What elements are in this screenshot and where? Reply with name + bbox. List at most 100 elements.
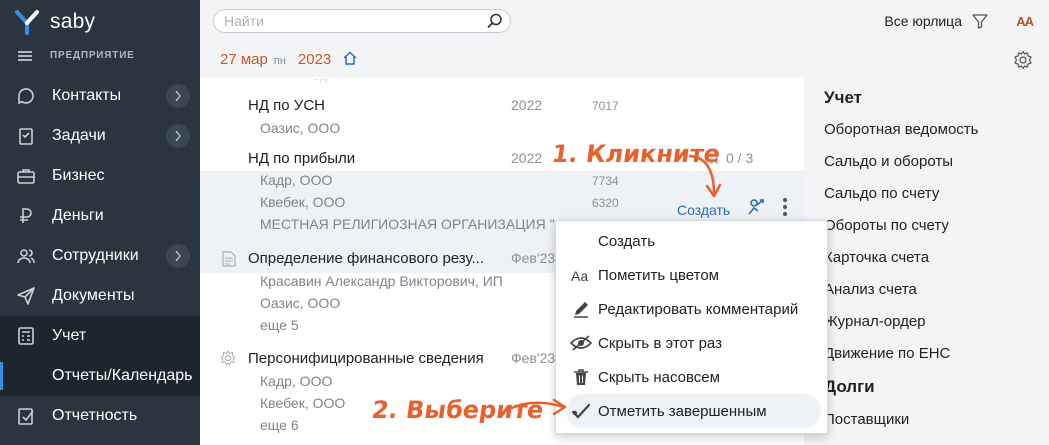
sidebar-item-accounting[interactable]: Учет	[0, 316, 200, 356]
sidebar-item-label: Деньги	[52, 207, 104, 224]
report-link[interactable]: Журнал-ордер	[824, 313, 926, 330]
sidebar-item-label: Задачи	[52, 127, 106, 144]
sidebar-item-label: Учет	[52, 327, 87, 344]
briefcase-icon	[16, 166, 36, 186]
list-item-year: Фев'23	[511, 250, 556, 266]
trash-icon	[570, 366, 592, 388]
menu-item-hide-once[interactable]: Скрыть в этот раз	[556, 326, 827, 360]
filter-icon[interactable]	[971, 12, 989, 30]
brand-name: saby	[50, 10, 96, 33]
chevron-right-icon[interactable]	[166, 124, 190, 148]
date-day[interactable]: 27 мар	[220, 51, 268, 68]
sidebar-item-label: Контакты	[52, 87, 122, 104]
date-selector[interactable]: 27 мар пн 2023	[220, 50, 357, 68]
gear-icon[interactable]	[1013, 50, 1033, 70]
scroll-fade	[200, 77, 804, 87]
contacts-icon	[16, 86, 36, 106]
report-link[interactable]: Обороты по счету	[824, 217, 949, 234]
right-panel: Учет Оборотная ведомость Сальдо и оборот…	[804, 77, 1049, 445]
report-link[interactable]: Сальдо и обороты	[824, 153, 953, 170]
list-item-more[interactable]: еще 5	[260, 317, 299, 333]
report-link[interactable]: Движение по ЕНС	[824, 345, 950, 362]
checkmark-icon	[570, 400, 592, 422]
sidebar-item-label: Отчеты/Календарь	[52, 367, 193, 384]
brand[interactable]: saby	[14, 8, 95, 36]
more-vertical-icon[interactable]	[782, 196, 788, 218]
menu-item-mark-color[interactable]: Aa Пометить цветом	[556, 258, 827, 292]
list-item-code: 6320	[592, 196, 619, 210]
menu-item-label: Редактировать комментарий	[598, 300, 799, 318]
eye-off-icon	[570, 332, 592, 354]
sidebar: saby ПРЕДПРИЯТИЕ Контакты Задачи Бизнес	[0, 0, 200, 445]
date-year[interactable]: 2023	[298, 51, 331, 68]
list-item-title[interactable]: НД по УСН	[248, 97, 325, 114]
search-input[interactable]	[224, 13, 474, 29]
accounting-icon	[16, 326, 36, 346]
menu-item-label: Скрыть насовсем	[598, 368, 720, 386]
sidebar-item-money[interactable]: Деньги	[0, 196, 200, 236]
annotation-arrow-1	[688, 154, 722, 198]
saby-logo-icon	[15, 10, 39, 35]
list-item-title[interactable]: Персонифицированные сведения	[248, 350, 484, 367]
report-link[interactable]: Оборотная ведомость	[824, 121, 979, 138]
reporting-icon	[16, 406, 36, 426]
sidebar-item-reporting[interactable]: Отчетность	[0, 396, 200, 436]
list-item-year: 2022	[511, 97, 543, 113]
sidebar-item-documents[interactable]: Документы	[0, 276, 200, 316]
section-title: Долги	[824, 377, 875, 396]
search-box[interactable]	[213, 9, 511, 33]
persons-data-icon	[220, 350, 236, 366]
list-item-year: 2022	[511, 150, 543, 166]
list-item-company: Оазис, ООО	[260, 120, 341, 136]
create-link[interactable]: Создать	[677, 202, 730, 218]
money-icon	[16, 206, 36, 226]
chevron-right-icon[interactable]	[166, 84, 190, 108]
list-item-company: Кадр, ООО	[260, 172, 333, 188]
menu-item-label: Создать	[598, 232, 656, 250]
list-item-more[interactable]: еще 6	[260, 417, 299, 433]
list-item-company: Красавин Александр Викторович, ИП	[260, 273, 503, 289]
list-item-company: Кадр, ООО	[260, 373, 333, 389]
tasks-icon	[16, 126, 36, 146]
sidebar-subitem-reports-calendar[interactable]: Отчеты/Календарь	[0, 356, 200, 396]
font-size-toggle[interactable]: AA	[1016, 14, 1034, 29]
document-icon	[222, 251, 236, 267]
home-icon[interactable]	[343, 51, 357, 65]
sidebar-item-employees[interactable]: Сотрудники	[0, 236, 200, 276]
report-link[interactable]: Анализ счета	[824, 281, 917, 298]
sidebar-item-business[interactable]: Бизнес	[0, 156, 200, 196]
annotation-arrow-2	[510, 398, 567, 416]
list-item-title[interactable]: Определение финансового резу...	[248, 250, 484, 267]
list-item-company: Оазис, ООО	[260, 295, 341, 311]
employees-icon	[16, 246, 36, 266]
sidebar-item-label: Документы	[52, 287, 135, 304]
date-weekday: пн	[273, 55, 286, 67]
sidebar-item-tasks[interactable]: Задачи	[0, 116, 200, 156]
menu-item-edit-comment[interactable]: Редактировать комментарий	[556, 292, 827, 326]
report-link[interactable]: Сальдо по счету	[824, 185, 939, 202]
documents-icon	[16, 286, 36, 306]
list-item-company: Квебек, ООО	[260, 194, 346, 210]
menu-item-mark-completed[interactable]: Отметить завершенным	[566, 394, 821, 428]
report-link[interactable]: Карточка счета	[824, 249, 929, 266]
menu-item-create[interactable]: Создать	[556, 224, 827, 258]
menu-icon[interactable]	[18, 50, 32, 61]
header: Все юрлица AA 27 мар пн 2023	[200, 0, 1049, 80]
list-item-company: Квебек, ООО	[260, 395, 346, 411]
org-switcher[interactable]: ПРЕДПРИЯТИЕ	[18, 50, 135, 61]
menu-item-hide-forever[interactable]: Скрыть насовсем	[556, 360, 827, 394]
assign-user-icon[interactable]	[746, 197, 766, 217]
list-item-company: МЕСТНАЯ РЕЛИГИОЗНАЯ ОРГАНИЗАЦИЯ "...	[260, 216, 567, 232]
text-color-icon: Aa	[570, 264, 592, 286]
search-icon[interactable]	[486, 12, 504, 30]
list-item-title[interactable]: НД по прибыли	[248, 150, 355, 167]
sidebar-item-label: Отчетность	[52, 407, 138, 424]
menu-item-label: Отметить завершенным	[598, 402, 767, 420]
menu-item-label: Скрыть в этот раз	[598, 334, 722, 352]
menu-item-label: Пометить цветом	[598, 266, 719, 284]
report-link[interactable]: Поставщики	[824, 411, 909, 428]
entities-filter-label[interactable]: Все юрлица	[884, 13, 962, 29]
sidebar-item-contacts[interactable]: Контакты	[0, 76, 200, 116]
sidebar-nav: Контакты Задачи Бизнес Деньги Сотрудники…	[0, 76, 200, 436]
chevron-right-icon[interactable]	[166, 244, 190, 268]
